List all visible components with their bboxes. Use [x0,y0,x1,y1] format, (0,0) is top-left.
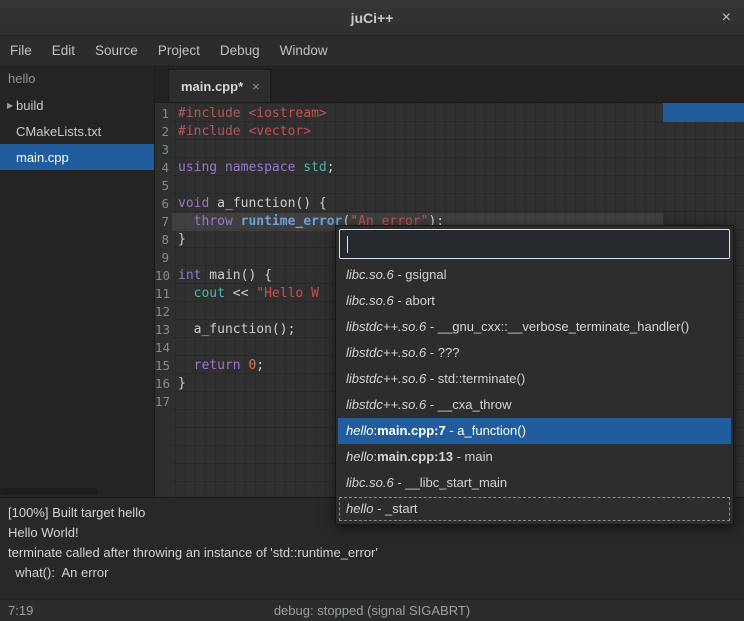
cursor-position: 7:19 [8,603,33,618]
code-text [172,141,178,159]
output-line: what(): An error [8,563,736,583]
code-text [172,393,178,411]
status-bar: 7:19 debug: stopped (signal SIGABRT) [0,599,744,621]
output-line: terminate called after throwing an insta… [8,543,736,563]
tab-close-icon[interactable]: × [252,79,260,94]
line-number: 11 [155,285,172,303]
line-number: 8 [155,231,172,249]
project-name: hello [0,66,154,92]
code-line-2: 2#include <vector> [155,123,744,141]
code-text: using namespace std; [172,159,335,177]
line-number: 3 [155,141,172,159]
code-line-6: 6void a_function() { [155,195,744,213]
stack-frame-list: libc.so.6 - gsignallibc.so.6 - abortlibs… [338,262,731,522]
menu-window[interactable]: Window [270,36,338,65]
line-number: 12 [155,303,172,321]
app-window: juCi++ × FileEditSourceProjectDebugWindo… [0,0,744,621]
stack-frame-item[interactable]: libc.so.6 - gsignal [338,262,731,288]
window-title: juCi++ [351,10,394,26]
sidebar-item-build[interactable]: ▶build [0,92,154,118]
line-number: 9 [155,249,172,267]
sidebar-item-main-cpp[interactable]: main.cpp [0,144,154,170]
menu-edit[interactable]: Edit [42,36,85,65]
code-line-4: 4using namespace std; [155,159,744,177]
menubar: FileEditSourceProjectDebugWindow [0,36,744,66]
code-text: int main() { [172,267,272,285]
tab-bar: main.cpp* × [155,66,744,103]
menu-debug[interactable]: Debug [210,36,270,65]
code-text: cout << "Hello W [172,285,319,303]
stack-frame-item[interactable]: hello:main.cpp:7 - a_function() [338,418,731,444]
menu-file[interactable]: File [0,36,42,65]
tab-label: main.cpp* [181,79,243,94]
stack-frame-item[interactable]: libstdc++.so.6 - std::terminate() [338,366,731,392]
code-text [172,339,178,357]
output-line: Hello World! [8,523,736,543]
stack-frame-item[interactable]: libstdc++.so.6 - __cxa_throw [338,392,731,418]
file-tree: ▶build CMakeLists.txt main.cpp [0,92,154,170]
code-text: return 0; [172,357,264,375]
debug-status: debug: stopped (signal SIGABRT) [274,603,470,618]
line-number: 17 [155,393,172,411]
line-number: 5 [155,177,172,195]
line-number: 14 [155,339,172,357]
line-number: 15 [155,357,172,375]
editor-scrollbar-thumb[interactable] [663,103,744,122]
code-text: } [172,375,186,393]
stack-frame-item[interactable]: hello - _start [338,496,731,522]
stack-frame-filter-input[interactable] [339,229,730,259]
stack-frame-item[interactable]: libstdc++.so.6 - __gnu_cxx::__verbose_te… [338,314,731,340]
titlebar[interactable]: juCi++ × [0,0,744,36]
code-text: } [172,231,186,249]
line-number: 6 [155,195,172,213]
text-caret [347,236,348,253]
expander-icon[interactable]: ▶ [0,101,16,110]
code-text: #include <vector> [172,123,311,141]
line-number: 1 [155,105,172,123]
tab-main-cpp[interactable]: main.cpp* × [168,69,271,102]
tree-item-label: CMakeLists.txt [16,124,101,139]
code-text: void a_function() { [172,195,327,213]
code-text [172,177,178,195]
stacktrace-popup: libc.so.6 - gsignallibc.so.6 - abortlibs… [335,225,734,525]
stack-frame-item[interactable]: hello:main.cpp:13 - main [338,444,731,470]
tree-item-label: build [16,98,43,113]
stack-frame-item[interactable]: libc.so.6 - __libc_start_main [338,470,731,496]
line-number: 4 [155,159,172,177]
line-number: 13 [155,321,172,339]
project-sidebar: hello ▶build CMakeLists.txt main.cpp [0,66,155,497]
line-number: 10 [155,267,172,285]
line-number: 16 [155,375,172,393]
line-number: 2 [155,123,172,141]
code-line-1: 1#include <iostream> [155,105,744,123]
code-text: #include <iostream> [172,105,327,123]
close-icon[interactable]: × [722,10,731,26]
code-line-5: 5 [155,177,744,195]
sidebar-item-cmakelists-txt[interactable]: CMakeLists.txt [0,118,154,144]
code-text: a_function(); [172,321,295,339]
tree-item-label: main.cpp [16,150,69,165]
sidebar-scrollbar[interactable] [0,488,98,495]
menu-source[interactable]: Source [85,36,148,65]
code-text [172,249,178,267]
stack-frame-item[interactable]: libc.so.6 - abort [338,288,731,314]
code-line-3: 3 [155,141,744,159]
menu-project[interactable]: Project [148,36,210,65]
line-number: 7 [155,213,172,231]
code-text [172,303,178,321]
stack-frame-item[interactable]: libstdc++.so.6 - ??? [338,340,731,366]
